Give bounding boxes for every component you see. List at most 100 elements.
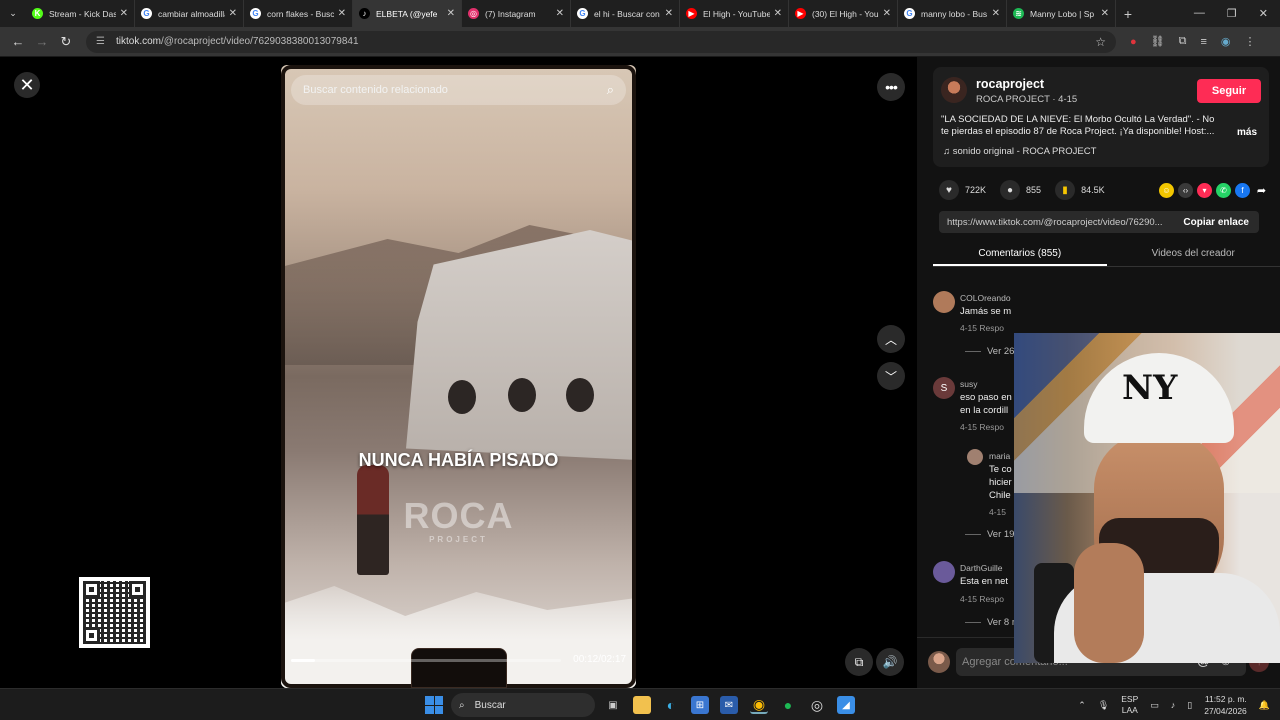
- reload-icon[interactable]: ↻: [54, 34, 78, 50]
- panel-tabs: Comentarios (855) Videos del creador: [933, 241, 1280, 267]
- repost-icon[interactable]: ☺: [1159, 182, 1174, 198]
- tab-close-icon[interactable]: ✕: [556, 8, 564, 19]
- tab-close-icon[interactable]: ✕: [447, 8, 455, 19]
- extensions-puzzle-icon[interactable]: ⧉: [1179, 35, 1187, 48]
- author-avatar[interactable]: [941, 77, 967, 103]
- tab-close-icon[interactable]: ✕: [774, 8, 782, 19]
- next-video-button[interactable]: ﹀: [877, 362, 905, 390]
- comment-meta[interactable]: 4-15 Respo: [960, 422, 1004, 432]
- volume-button[interactable]: 🔊: [876, 648, 904, 676]
- browser-tab[interactable]: ≋ Manny Lobo | Sp ✕: [1007, 0, 1116, 27]
- related-search-input[interactable]: Buscar contenido relacionado ⌕: [291, 75, 626, 105]
- browser-tab[interactable]: ◎ (7) Instagram ✕: [462, 0, 571, 27]
- commenter-name[interactable]: susy: [960, 379, 977, 389]
- obs-icon[interactable]: ◎: [808, 696, 826, 714]
- copy-link-button[interactable]: Copiar enlace: [1173, 217, 1259, 228]
- battery-icon[interactable]: ▯: [1187, 700, 1192, 711]
- video-player[interactable]: Buscar contenido relacionado ⌕ NUNCA HAB…: [281, 65, 636, 688]
- send-to-friends-icon[interactable]: ▾: [1197, 182, 1212, 198]
- new-tab-button[interactable]: +: [1116, 6, 1140, 22]
- browser-tab[interactable]: K Stream - Kick Dashboard ✕: [26, 0, 135, 27]
- site-info-icon[interactable]: ☰: [96, 36, 110, 47]
- browser-tab[interactable]: Gel hi - Buscar con ✕: [571, 0, 680, 27]
- edge-icon[interactable]: ◐: [662, 696, 680, 714]
- video-progress-bar[interactable]: [291, 659, 561, 662]
- notifications-icon[interactable]: 🔔: [1259, 700, 1270, 711]
- tab-search-chevron-icon[interactable]: ⌄: [0, 0, 26, 27]
- browser-tab[interactable]: Gcorn flakes - Buscar ✕: [244, 0, 353, 27]
- extension-record-icon[interactable]: ●: [1130, 36, 1137, 48]
- save-stat[interactable]: ▮ 84.5K: [1055, 180, 1105, 200]
- sound-link[interactable]: ♫ sonido original - ROCA PROJECT: [943, 146, 1096, 157]
- profile-icon[interactable]: ◉: [1221, 35, 1231, 48]
- embed-icon[interactable]: ‹›: [1178, 182, 1193, 198]
- tab-close-icon[interactable]: ✕: [338, 8, 346, 19]
- more-options-button[interactable]: •••: [877, 73, 905, 101]
- commenter-name[interactable]: maria: [989, 451, 1010, 461]
- bookmark-star-icon[interactable]: ☆: [1095, 35, 1106, 49]
- minimize-icon[interactable]: —: [1194, 7, 1205, 20]
- speaker-icon[interactable]: ♪: [1171, 700, 1176, 710]
- clock[interactable]: 11:52 p. m. 27/04/2026: [1204, 693, 1247, 717]
- search-icon[interactable]: ⌕: [607, 82, 614, 98]
- tab-comments[interactable]: Comentarios (855): [933, 241, 1107, 266]
- task-view-icon[interactable]: ▣: [604, 696, 622, 714]
- tab-close-icon[interactable]: ✕: [665, 8, 673, 19]
- tab-close-icon[interactable]: ✕: [883, 8, 891, 19]
- extension-link-icon[interactable]: ⛓: [1151, 35, 1165, 48]
- close-window-icon[interactable]: ✕: [1259, 7, 1268, 20]
- chrome-icon[interactable]: ◉: [750, 696, 768, 714]
- microphone-icon[interactable]: 🎙: [1098, 700, 1109, 711]
- more-description-link[interactable]: más: [1237, 127, 1257, 138]
- spotify-icon[interactable]: ●: [779, 696, 797, 714]
- commenter-name[interactable]: COLOreando: [960, 293, 1011, 303]
- author-username[interactable]: rocaproject: [976, 77, 1044, 91]
- commenter-avatar[interactable]: [967, 449, 983, 465]
- tab-close-icon[interactable]: ✕: [229, 8, 237, 19]
- commenter-avatar[interactable]: S: [933, 377, 955, 399]
- chrome-menu-icon[interactable]: ⋮: [1245, 35, 1256, 48]
- network-icon[interactable]: ▭: [1150, 700, 1159, 711]
- video-link-box: https://www.tiktok.com/@rocaproject/vide…: [939, 211, 1259, 233]
- share-arrow-icon[interactable]: ➦: [1254, 183, 1269, 198]
- comment-meta[interactable]: 4-15: [989, 507, 1006, 517]
- tab-creator-videos[interactable]: Videos del creador: [1107, 241, 1280, 266]
- video-link-url[interactable]: https://www.tiktok.com/@rocaproject/vide…: [939, 217, 1173, 228]
- taskbar-search[interactable]: ⌕ Buscar: [451, 693, 595, 717]
- tab-close-icon[interactable]: ✕: [992, 8, 1000, 19]
- back-icon[interactable]: ←: [6, 34, 30, 49]
- comment-stat[interactable]: ● 855: [1000, 180, 1041, 200]
- browser-tab[interactable]: ▶ El High - YouTube ✕: [680, 0, 789, 27]
- tab-close-icon[interactable]: ✕: [1101, 8, 1109, 19]
- forward-icon[interactable]: →: [30, 34, 54, 49]
- browser-tab[interactable]: ▶ (30) El High - You ✕: [789, 0, 898, 27]
- input-language[interactable]: ESP LAA: [1121, 694, 1138, 716]
- whatsapp-icon[interactable]: ✆: [1216, 182, 1231, 198]
- restore-icon[interactable]: ❐: [1227, 7, 1237, 20]
- url-field[interactable]: ☰ tiktok.com/@rocaproject/video/76290383…: [86, 30, 1116, 53]
- comment-meta[interactable]: 4-15 Respo: [960, 323, 1004, 333]
- file-explorer-icon[interactable]: [633, 696, 651, 714]
- app-icon[interactable]: ◢: [837, 696, 855, 714]
- store-icon[interactable]: ⊞: [691, 696, 709, 714]
- reading-list-icon[interactable]: ≡: [1200, 36, 1206, 48]
- tray-overflow-icon[interactable]: ⌃: [1078, 700, 1086, 711]
- close-video-button[interactable]: ✕: [14, 72, 40, 98]
- commenter-name[interactable]: DarthGuille: [960, 563, 1003, 573]
- view-replies[interactable]: Ver 26: [965, 346, 1014, 357]
- tab-close-icon[interactable]: ✕: [120, 8, 128, 19]
- browser-tab[interactable]: Gmanny lobo - Bus ✕: [898, 0, 1007, 27]
- floating-player-button[interactable]: ⧉: [845, 648, 873, 676]
- browser-tab[interactable]: ♪ ELBETA (@yefe ✕: [353, 0, 462, 27]
- windows-start-icon[interactable]: [425, 696, 443, 714]
- commenter-avatar[interactable]: [933, 291, 955, 313]
- browser-tab[interactable]: Gcambiar almoadilla ✕: [135, 0, 244, 27]
- facebook-icon[interactable]: f: [1235, 182, 1250, 198]
- like-stat[interactable]: ♥ 722K: [939, 180, 986, 200]
- follow-button[interactable]: Seguir: [1197, 79, 1261, 103]
- commenter-avatar[interactable]: [933, 561, 955, 583]
- mail-icon[interactable]: ✉: [720, 696, 738, 714]
- previous-video-button[interactable]: ︿: [877, 325, 905, 353]
- view-replies[interactable]: Ver 19: [965, 529, 1014, 540]
- comment-meta[interactable]: 4-15 Respo: [960, 594, 1004, 604]
